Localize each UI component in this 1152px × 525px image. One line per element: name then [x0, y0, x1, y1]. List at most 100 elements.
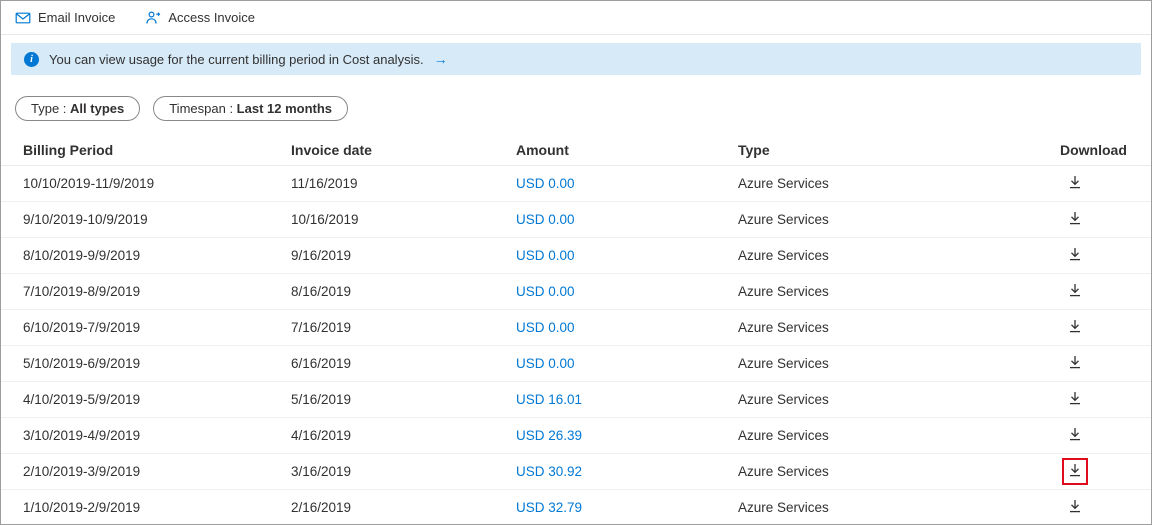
invoice-amount-link[interactable]: USD 0.00: [516, 356, 738, 371]
table-row: 5/10/2019-6/9/2019 6/16/2019 USD 0.00 Az…: [1, 346, 1151, 382]
table-row: 10/10/2019-11/9/2019 11/16/2019 USD 0.00…: [1, 166, 1151, 202]
download-invoice-button[interactable]: [1062, 170, 1088, 197]
timespan-filter-pill[interactable]: Timespan : Last 12 months: [153, 96, 348, 121]
download-icon: [1068, 463, 1082, 480]
download-cell: [1060, 314, 1151, 341]
invoice-amount-link[interactable]: USD 0.00: [516, 320, 738, 335]
download-invoice-button[interactable]: [1062, 494, 1088, 521]
download-icon: [1068, 391, 1082, 408]
table-row: 4/10/2019-5/9/2019 5/16/2019 USD 16.01 A…: [1, 382, 1151, 418]
download-invoice-button[interactable]: [1062, 242, 1088, 269]
invoice-date-cell: 10/16/2019: [291, 212, 516, 227]
invoice-amount-link[interactable]: USD 0.00: [516, 284, 738, 299]
billing-period-cell: 10/10/2019-11/9/2019: [23, 176, 291, 191]
download-icon: [1068, 499, 1082, 516]
invoice-type-cell: Azure Services: [738, 428, 1060, 443]
invoice-amount-link[interactable]: USD 16.01: [516, 392, 738, 407]
download-cell: [1060, 494, 1151, 521]
table-row: 2/10/2019-3/9/2019 3/16/2019 USD 30.92 A…: [1, 454, 1151, 490]
download-icon: [1068, 319, 1082, 336]
invoice-date-cell: 2/16/2019: [291, 500, 516, 515]
billing-period-cell: 8/10/2019-9/9/2019: [23, 248, 291, 263]
table-row: 1/10/2019-2/9/2019 2/16/2019 USD 32.79 A…: [1, 490, 1151, 525]
type-filter-label: Type: [31, 101, 59, 116]
column-header-billing-period[interactable]: Billing Period: [23, 142, 291, 158]
invoice-type-cell: Azure Services: [738, 464, 1060, 479]
invoice-type-cell: Azure Services: [738, 392, 1060, 407]
invoice-type-cell: Azure Services: [738, 356, 1060, 371]
download-icon: [1068, 247, 1082, 264]
email-invoice-button[interactable]: Email Invoice: [15, 10, 115, 26]
download-invoice-button[interactable]: [1062, 206, 1088, 233]
download-icon: [1068, 283, 1082, 300]
download-cell: [1060, 170, 1151, 197]
invoice-date-cell: 3/16/2019: [291, 464, 516, 479]
invoice-table-header: Billing Period Invoice date Amount Type …: [1, 134, 1151, 166]
toolbar: Email Invoice Access Invoice: [1, 1, 1151, 35]
download-invoice-button[interactable]: [1062, 278, 1088, 305]
download-cell: [1060, 350, 1151, 377]
download-icon: [1068, 427, 1082, 444]
billing-period-cell: 6/10/2019-7/9/2019: [23, 320, 291, 335]
download-invoice-button[interactable]: [1062, 314, 1088, 341]
filter-separator: :: [59, 101, 70, 116]
download-icon: [1068, 175, 1082, 192]
timespan-filter-value: Last 12 months: [237, 101, 332, 116]
type-filter-pill[interactable]: Type : All types: [15, 96, 140, 121]
invoice-amount-link[interactable]: USD 0.00: [516, 248, 738, 263]
billing-period-cell: 5/10/2019-6/9/2019: [23, 356, 291, 371]
invoice-amount-link[interactable]: USD 0.00: [516, 212, 738, 227]
invoice-type-cell: Azure Services: [738, 320, 1060, 335]
invoice-date-cell: 9/16/2019: [291, 248, 516, 263]
column-header-type[interactable]: Type: [738, 142, 1060, 158]
invoice-amount-link[interactable]: USD 32.79: [516, 500, 738, 515]
invoice-date-cell: 8/16/2019: [291, 284, 516, 299]
cost-analysis-banner: i You can view usage for the current bil…: [11, 43, 1141, 75]
info-icon: i: [24, 52, 39, 67]
download-invoice-button[interactable]: [1062, 422, 1088, 449]
type-filter-value: All types: [70, 101, 124, 116]
billing-period-cell: 4/10/2019-5/9/2019: [23, 392, 291, 407]
billing-period-cell: 7/10/2019-8/9/2019: [23, 284, 291, 299]
filter-separator: :: [226, 101, 237, 116]
invoice-type-cell: Azure Services: [738, 284, 1060, 299]
person-icon: [145, 10, 161, 26]
invoice-table-body: 10/10/2019-11/9/2019 11/16/2019 USD 0.00…: [1, 166, 1151, 525]
table-row: 6/10/2019-7/9/2019 7/16/2019 USD 0.00 Az…: [1, 310, 1151, 346]
billing-period-cell: 1/10/2019-2/9/2019: [23, 500, 291, 515]
download-invoice-button[interactable]: [1062, 386, 1088, 413]
download-cell: [1060, 242, 1151, 269]
download-icon: [1068, 211, 1082, 228]
access-invoice-button[interactable]: Access Invoice: [145, 10, 255, 26]
billing-period-cell: 9/10/2019-10/9/2019: [23, 212, 291, 227]
download-cell: [1060, 422, 1151, 449]
download-cell: [1060, 386, 1151, 413]
banner-text: You can view usage for the current billi…: [49, 52, 424, 67]
download-cell: [1060, 458, 1151, 485]
column-header-invoice-date[interactable]: Invoice date: [291, 142, 516, 158]
invoice-type-cell: Azure Services: [738, 212, 1060, 227]
download-icon: [1068, 355, 1082, 372]
invoice-date-cell: 4/16/2019: [291, 428, 516, 443]
invoice-type-cell: Azure Services: [738, 248, 1060, 263]
email-invoice-label: Email Invoice: [38, 10, 115, 25]
column-header-amount[interactable]: Amount: [516, 142, 738, 158]
table-row: 7/10/2019-8/9/2019 8/16/2019 USD 0.00 Az…: [1, 274, 1151, 310]
envelope-icon: [15, 10, 31, 26]
invoice-amount-link[interactable]: USD 30.92: [516, 464, 738, 479]
download-invoice-button[interactable]: [1062, 350, 1088, 377]
invoice-amount-link[interactable]: USD 0.00: [516, 176, 738, 191]
invoice-date-cell: 7/16/2019: [291, 320, 516, 335]
invoice-type-cell: Azure Services: [738, 500, 1060, 515]
column-header-download[interactable]: Download: [1060, 142, 1151, 158]
invoice-date-cell: 11/16/2019: [291, 176, 516, 191]
filter-bar: Type : All types Timespan : Last 12 mont…: [15, 96, 1151, 121]
download-cell: [1060, 278, 1151, 305]
download-invoice-button[interactable]: [1062, 458, 1088, 485]
invoice-type-cell: Azure Services: [738, 176, 1060, 191]
invoice-amount-link[interactable]: USD 26.39: [516, 428, 738, 443]
access-invoice-label: Access Invoice: [168, 10, 255, 25]
billing-period-cell: 2/10/2019-3/9/2019: [23, 464, 291, 479]
invoice-date-cell: 6/16/2019: [291, 356, 516, 371]
banner-arrow-link[interactable]: →: [434, 51, 448, 67]
